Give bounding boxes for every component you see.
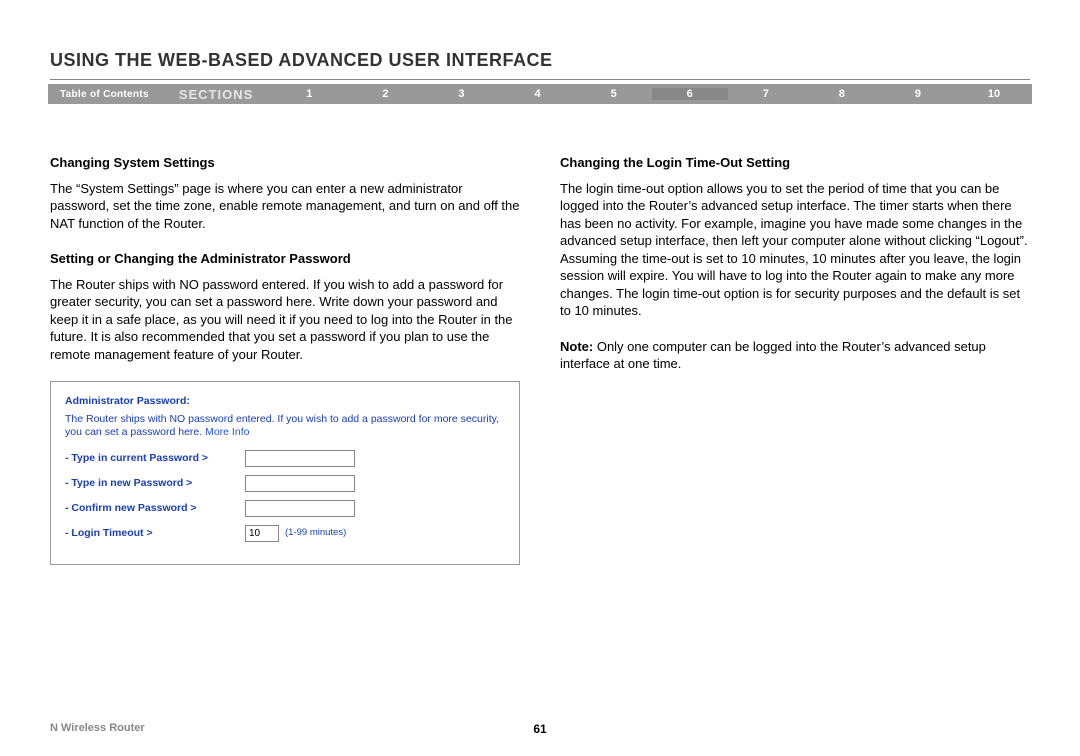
section-7[interactable]: 7 [728, 88, 804, 100]
heading-login-timeout: Changing the Login Time-Out Setting [560, 154, 1030, 172]
section-5[interactable]: 5 [576, 88, 652, 100]
admin-panel-title: Administrator Password: [65, 394, 505, 408]
label-new-password: - Type in new Password > [65, 476, 245, 490]
left-column: Changing System Settings The “System Set… [50, 154, 520, 565]
page-footer: N Wireless Router 61 [50, 722, 1030, 734]
heading-admin-password: Setting or Changing the Administrator Pa… [50, 250, 520, 268]
row-new-password: - Type in new Password > [65, 475, 505, 492]
section-3[interactable]: 3 [423, 88, 499, 100]
footer-page-number: 61 [50, 722, 1030, 736]
row-current-password: - Type in current Password > [65, 450, 505, 467]
input-confirm-password[interactable] [245, 500, 355, 517]
note-label: Note: [560, 339, 593, 354]
section-4[interactable]: 4 [500, 88, 576, 100]
admin-panel-desc-text: The Router ships with NO password entere… [65, 413, 499, 439]
para-login-timeout: The login time-out option allows you to … [560, 180, 1030, 320]
content-area: Changing System Settings The “System Set… [0, 104, 1080, 565]
heading-system-settings: Changing System Settings [50, 154, 520, 172]
section-navbar: Table of Contents SECTIONS 1 2 3 4 5 6 7… [48, 84, 1032, 104]
row-confirm-password: - Confirm new Password > [65, 500, 505, 517]
section-2[interactable]: 2 [347, 88, 423, 100]
section-6[interactable]: 6 [652, 88, 728, 100]
label-login-timeout: - Login Timeout > [65, 526, 245, 540]
label-confirm-password: - Confirm new Password > [65, 501, 245, 515]
section-9[interactable]: 9 [880, 88, 956, 100]
para-admin-password: The Router ships with NO password entere… [50, 276, 520, 364]
note-text: Only one computer can be logged into the… [560, 339, 986, 372]
title-divider [50, 79, 1030, 80]
input-login-timeout[interactable] [245, 525, 279, 542]
timeout-hint: (1-99 minutes) [285, 527, 346, 540]
sections-label: SECTIONS [161, 87, 271, 102]
section-10[interactable]: 10 [956, 88, 1032, 100]
input-new-password[interactable] [245, 475, 355, 492]
section-1[interactable]: 1 [271, 88, 347, 100]
page-title: USING THE WEB-BASED ADVANCED USER INTERF… [0, 0, 1080, 79]
para-system-settings: The “System Settings” page is where you … [50, 180, 520, 233]
admin-password-panel: Administrator Password: The Router ships… [50, 381, 520, 564]
section-8[interactable]: 8 [804, 88, 880, 100]
label-current-password: - Type in current Password > [65, 451, 245, 465]
more-info-link[interactable]: More Info [205, 426, 249, 438]
row-login-timeout: - Login Timeout > (1-99 minutes) [65, 525, 505, 542]
input-current-password[interactable] [245, 450, 355, 467]
para-note: Note: Only one computer can be logged in… [560, 338, 1030, 373]
toc-link[interactable]: Table of Contents [48, 89, 161, 100]
admin-panel-desc: The Router ships with NO password entere… [65, 413, 505, 440]
right-column: Changing the Login Time-Out Setting The … [560, 154, 1030, 565]
